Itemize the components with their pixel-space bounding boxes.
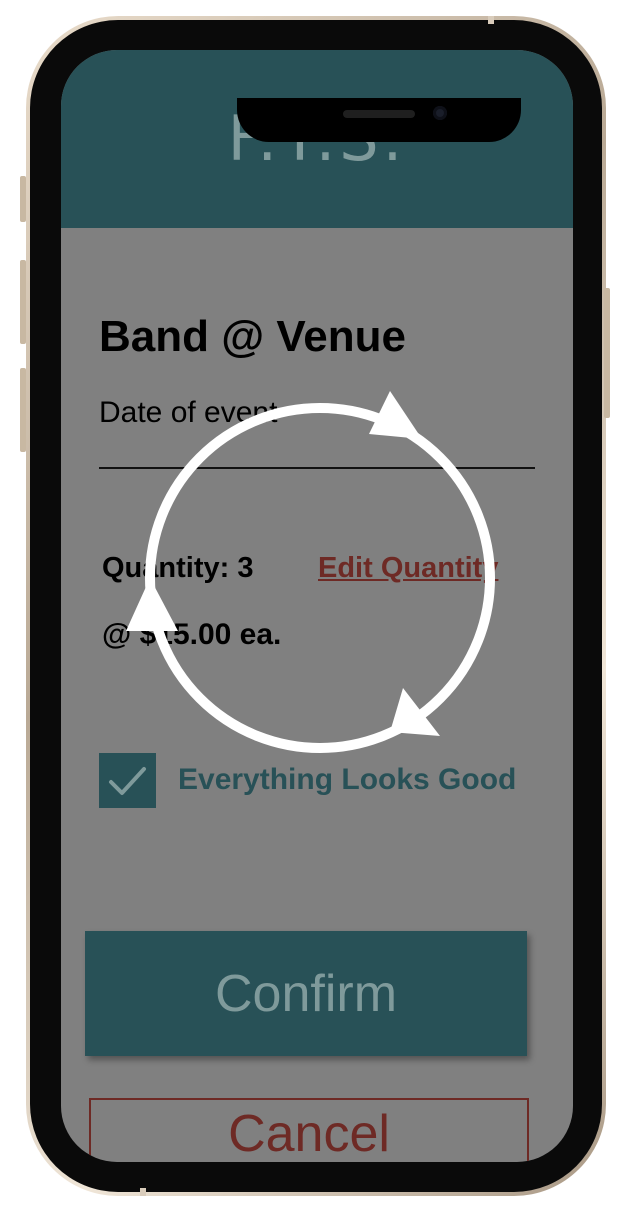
front-camera xyxy=(433,106,447,120)
confirm-button[interactable]: Confirm xyxy=(85,931,527,1056)
power-button xyxy=(604,288,610,418)
silent-switch xyxy=(20,176,26,222)
cancel-button[interactable]: Cancel xyxy=(89,1098,529,1162)
antenna-line xyxy=(488,16,494,24)
event-title: Band @ Venue xyxy=(99,312,406,361)
volume-up-button xyxy=(20,260,26,344)
speaker-grille xyxy=(343,110,415,118)
antenna-line xyxy=(140,1188,146,1196)
refresh-loading-icon xyxy=(126,391,495,753)
device-notch xyxy=(237,98,521,142)
volume-down-button xyxy=(20,368,26,452)
